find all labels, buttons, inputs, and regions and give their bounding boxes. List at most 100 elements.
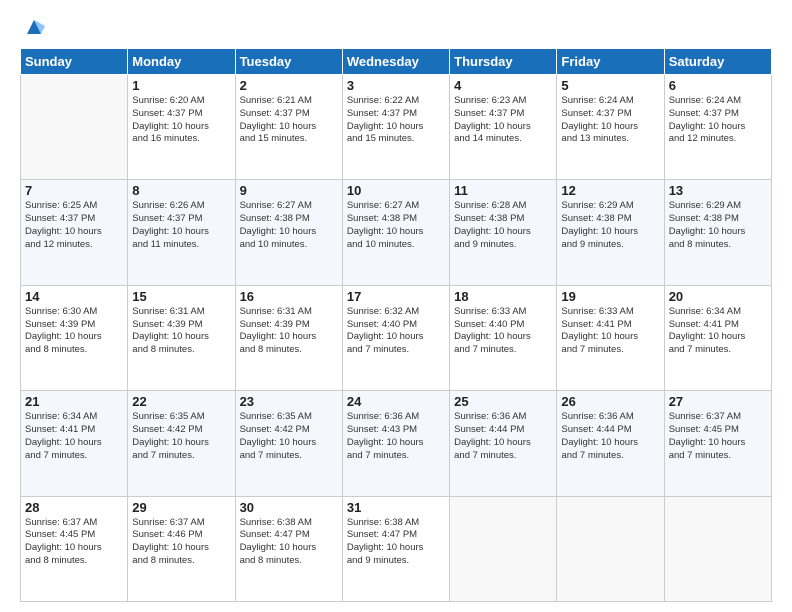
day-number: 27 bbox=[669, 394, 767, 409]
calendar-cell: 22 Sunrise: 6:35 AMSunset: 4:42 PMDayligh… bbox=[128, 391, 235, 496]
day-number: 7 bbox=[25, 183, 123, 198]
weekday-header-sunday: Sunday bbox=[21, 49, 128, 75]
day-info: Sunrise: 6:25 AMSunset: 4:37 PMDaylight:… bbox=[25, 200, 123, 251]
calendar-cell: 3 Sunrise: 6:22 AMSunset: 4:37 PMDaylight… bbox=[342, 75, 449, 180]
calendar-cell: 10 Sunrise: 6:27 AMSunset: 4:38 PMDayligh… bbox=[342, 180, 449, 285]
day-info: Sunrise: 6:34 AMSunset: 4:41 PMDaylight:… bbox=[25, 411, 123, 462]
calendar-cell: 19 Sunrise: 6:33 AMSunset: 4:41 PMDayligh… bbox=[557, 285, 664, 390]
calendar-cell bbox=[664, 496, 771, 601]
day-number: 24 bbox=[347, 394, 445, 409]
calendar-cell: 29Sunrise: 6:37 AMSunset: 4:46 PMDayligh… bbox=[128, 496, 235, 601]
day-number: 2 bbox=[240, 78, 338, 93]
day-number: 28 bbox=[25, 500, 123, 515]
calendar-cell: 16 Sunrise: 6:31 AMSunset: 4:39 PMDayligh… bbox=[235, 285, 342, 390]
day-number: 4 bbox=[454, 78, 552, 93]
day-number: 22 bbox=[132, 394, 230, 409]
day-info: Sunrise: 6:20 AMSunset: 4:37 PMDaylight:… bbox=[132, 95, 230, 146]
calendar-cell: 9 Sunrise: 6:27 AMSunset: 4:38 PMDaylight… bbox=[235, 180, 342, 285]
day-number: 9 bbox=[240, 183, 338, 198]
calendar-cell: 5 Sunrise: 6:24 AMSunset: 4:37 PMDaylight… bbox=[557, 75, 664, 180]
calendar-cell: 4Sunrise: 6:23 AMSunset: 4:37 PMDaylight… bbox=[450, 75, 557, 180]
week-row-0: 1 Sunrise: 6:20 AMSunset: 4:37 PMDaylight… bbox=[21, 75, 772, 180]
day-number: 13 bbox=[669, 183, 767, 198]
day-info: Sunrise: 6:31 AMSunset: 4:39 PMDaylight:… bbox=[240, 306, 338, 357]
day-number: 6 bbox=[669, 78, 767, 93]
day-info: Sunrise: 6:24 AMSunset: 4:37 PMDaylight:… bbox=[669, 95, 767, 146]
calendar-cell: 26Sunrise: 6:36 AMSunset: 4:44 PMDayligh… bbox=[557, 391, 664, 496]
day-info: Sunrise: 6:37 AMSunset: 4:45 PMDaylight:… bbox=[25, 517, 123, 568]
day-info: Sunrise: 6:30 AMSunset: 4:39 PMDaylight:… bbox=[25, 306, 123, 357]
weekday-header-saturday: Saturday bbox=[664, 49, 771, 75]
day-info: Sunrise: 6:28 AMSunset: 4:38 PMDaylight:… bbox=[454, 200, 552, 251]
calendar-cell: 21 Sunrise: 6:34 AMSunset: 4:41 PMDayligh… bbox=[21, 391, 128, 496]
day-number: 31 bbox=[347, 500, 445, 515]
day-info: Sunrise: 6:36 AMSunset: 4:44 PMDaylight:… bbox=[454, 411, 552, 462]
day-info: Sunrise: 6:38 AMSunset: 4:47 PMDaylight:… bbox=[240, 517, 338, 568]
day-info: Sunrise: 6:33 AMSunset: 4:40 PMDaylight:… bbox=[454, 306, 552, 357]
day-number: 14 bbox=[25, 289, 123, 304]
day-number: 16 bbox=[240, 289, 338, 304]
weekday-header-monday: Monday bbox=[128, 49, 235, 75]
calendar-cell: 27Sunrise: 6:37 AMSunset: 4:45 PMDayligh… bbox=[664, 391, 771, 496]
page: SundayMondayTuesdayWednesdayThursdayFrid… bbox=[0, 0, 792, 612]
weekday-header-tuesday: Tuesday bbox=[235, 49, 342, 75]
calendar-cell: 15 Sunrise: 6:31 AMSunset: 4:39 PMDayligh… bbox=[128, 285, 235, 390]
calendar-cell: 20 Sunrise: 6:34 AMSunset: 4:41 PMDayligh… bbox=[664, 285, 771, 390]
day-info: Sunrise: 6:26 AMSunset: 4:37 PMDaylight:… bbox=[132, 200, 230, 251]
day-info: Sunrise: 6:34 AMSunset: 4:41 PMDaylight:… bbox=[669, 306, 767, 357]
day-info: Sunrise: 6:29 AMSunset: 4:38 PMDaylight:… bbox=[561, 200, 659, 251]
calendar-cell bbox=[450, 496, 557, 601]
day-info: Sunrise: 6:35 AMSunset: 4:42 PMDaylight:… bbox=[132, 411, 230, 462]
day-info: Sunrise: 6:24 AMSunset: 4:37 PMDaylight:… bbox=[561, 95, 659, 146]
calendar-cell: 7 Sunrise: 6:25 AMSunset: 4:37 PMDaylight… bbox=[21, 180, 128, 285]
day-info: Sunrise: 6:31 AMSunset: 4:39 PMDaylight:… bbox=[132, 306, 230, 357]
day-number: 8 bbox=[132, 183, 230, 198]
weekday-header-row: SundayMondayTuesdayWednesdayThursdayFrid… bbox=[21, 49, 772, 75]
day-info: Sunrise: 6:36 AMSunset: 4:43 PMDaylight:… bbox=[347, 411, 445, 462]
day-info: Sunrise: 6:33 AMSunset: 4:41 PMDaylight:… bbox=[561, 306, 659, 357]
calendar-cell: 25 Sunrise: 6:36 AMSunset: 4:44 PMDayligh… bbox=[450, 391, 557, 496]
calendar-cell: 23 Sunrise: 6:35 AMSunset: 4:42 PMDayligh… bbox=[235, 391, 342, 496]
day-info: Sunrise: 6:21 AMSunset: 4:37 PMDaylight:… bbox=[240, 95, 338, 146]
calendar-cell: 30 Sunrise: 6:38 AMSunset: 4:47 PMDayligh… bbox=[235, 496, 342, 601]
day-number: 23 bbox=[240, 394, 338, 409]
calendar-cell: 8 Sunrise: 6:26 AMSunset: 4:37 PMDaylight… bbox=[128, 180, 235, 285]
day-info: Sunrise: 6:35 AMSunset: 4:42 PMDaylight:… bbox=[240, 411, 338, 462]
day-number: 20 bbox=[669, 289, 767, 304]
day-number: 10 bbox=[347, 183, 445, 198]
day-info: Sunrise: 6:27 AMSunset: 4:38 PMDaylight:… bbox=[240, 200, 338, 251]
week-row-2: 14 Sunrise: 6:30 AMSunset: 4:39 PMDayligh… bbox=[21, 285, 772, 390]
day-number: 29 bbox=[132, 500, 230, 515]
day-info: Sunrise: 6:32 AMSunset: 4:40 PMDaylight:… bbox=[347, 306, 445, 357]
week-row-4: 28 Sunrise: 6:37 AMSunset: 4:45 PMDayligh… bbox=[21, 496, 772, 601]
day-info: Sunrise: 6:27 AMSunset: 4:38 PMDaylight:… bbox=[347, 200, 445, 251]
weekday-header-wednesday: Wednesday bbox=[342, 49, 449, 75]
day-number: 5 bbox=[561, 78, 659, 93]
day-number: 25 bbox=[454, 394, 552, 409]
calendar-table: SundayMondayTuesdayWednesdayThursdayFrid… bbox=[20, 48, 772, 602]
header bbox=[20, 18, 772, 38]
day-info: Sunrise: 6:38 AMSunset: 4:47 PMDaylight:… bbox=[347, 517, 445, 568]
calendar-cell: 6 Sunrise: 6:24 AMSunset: 4:37 PMDaylight… bbox=[664, 75, 771, 180]
day-number: 21 bbox=[25, 394, 123, 409]
calendar-cell: 14 Sunrise: 6:30 AMSunset: 4:39 PMDayligh… bbox=[21, 285, 128, 390]
day-number: 18 bbox=[454, 289, 552, 304]
calendar-cell: 11Sunrise: 6:28 AMSunset: 4:38 PMDayligh… bbox=[450, 180, 557, 285]
weekday-header-friday: Friday bbox=[557, 49, 664, 75]
calendar-cell bbox=[557, 496, 664, 601]
day-info: Sunrise: 6:22 AMSunset: 4:37 PMDaylight:… bbox=[347, 95, 445, 146]
logo bbox=[20, 18, 45, 38]
calendar-cell: 18 Sunrise: 6:33 AMSunset: 4:40 PMDayligh… bbox=[450, 285, 557, 390]
calendar-cell: 1 Sunrise: 6:20 AMSunset: 4:37 PMDaylight… bbox=[128, 75, 235, 180]
calendar-cell: 31 Sunrise: 6:38 AMSunset: 4:47 PMDayligh… bbox=[342, 496, 449, 601]
calendar-cell: 28 Sunrise: 6:37 AMSunset: 4:45 PMDayligh… bbox=[21, 496, 128, 601]
calendar-cell: 12 Sunrise: 6:29 AMSunset: 4:38 PMDayligh… bbox=[557, 180, 664, 285]
day-number: 30 bbox=[240, 500, 338, 515]
week-row-1: 7 Sunrise: 6:25 AMSunset: 4:37 PMDaylight… bbox=[21, 180, 772, 285]
day-number: 3 bbox=[347, 78, 445, 93]
day-number: 19 bbox=[561, 289, 659, 304]
day-number: 12 bbox=[561, 183, 659, 198]
day-number: 15 bbox=[132, 289, 230, 304]
calendar-cell: 17Sunrise: 6:32 AMSunset: 4:40 PMDayligh… bbox=[342, 285, 449, 390]
day-number: 1 bbox=[132, 78, 230, 93]
